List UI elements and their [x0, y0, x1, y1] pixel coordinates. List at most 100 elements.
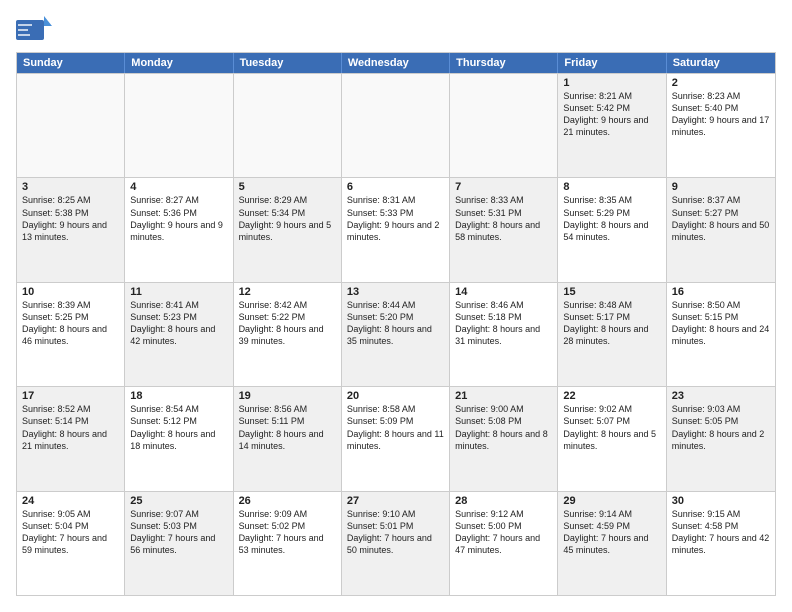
- day-number: 9: [672, 181, 770, 193]
- day-number: 16: [672, 286, 770, 298]
- day-number: 21: [455, 390, 552, 402]
- day-number: 10: [22, 286, 119, 298]
- table-row: 8Sunrise: 8:35 AM Sunset: 5:29 PM Daylig…: [558, 178, 666, 281]
- day-details: Sunrise: 8:21 AM Sunset: 5:42 PM Dayligh…: [563, 90, 660, 139]
- day-details: Sunrise: 8:58 AM Sunset: 5:09 PM Dayligh…: [347, 403, 444, 452]
- week-row-4: 17Sunrise: 8:52 AM Sunset: 5:14 PM Dayli…: [17, 386, 775, 490]
- header-day-sunday: Sunday: [17, 53, 125, 73]
- day-number: 4: [130, 181, 227, 193]
- day-number: 7: [455, 181, 552, 193]
- table-row: 15Sunrise: 8:48 AM Sunset: 5:17 PM Dayli…: [558, 283, 666, 386]
- calendar-body: 1Sunrise: 8:21 AM Sunset: 5:42 PM Daylig…: [17, 73, 775, 595]
- week-row-1: 1Sunrise: 8:21 AM Sunset: 5:42 PM Daylig…: [17, 73, 775, 177]
- day-number: 17: [22, 390, 119, 402]
- day-details: Sunrise: 8:35 AM Sunset: 5:29 PM Dayligh…: [563, 194, 660, 243]
- header-day-friday: Friday: [558, 53, 666, 73]
- day-details: Sunrise: 9:09 AM Sunset: 5:02 PM Dayligh…: [239, 508, 336, 557]
- header-day-monday: Monday: [125, 53, 233, 73]
- day-details: Sunrise: 8:29 AM Sunset: 5:34 PM Dayligh…: [239, 194, 336, 243]
- day-details: Sunrise: 9:15 AM Sunset: 4:58 PM Dayligh…: [672, 508, 770, 557]
- table-row: 6Sunrise: 8:31 AM Sunset: 5:33 PM Daylig…: [342, 178, 450, 281]
- header-day-tuesday: Tuesday: [234, 53, 342, 73]
- header-day-thursday: Thursday: [450, 53, 558, 73]
- logo-icon: [16, 16, 48, 44]
- calendar: SundayMondayTuesdayWednesdayThursdayFrid…: [16, 52, 776, 596]
- table-row: [450, 74, 558, 177]
- day-details: Sunrise: 8:27 AM Sunset: 5:36 PM Dayligh…: [130, 194, 227, 243]
- day-number: 14: [455, 286, 552, 298]
- table-row: 4Sunrise: 8:27 AM Sunset: 5:36 PM Daylig…: [125, 178, 233, 281]
- day-number: 26: [239, 495, 336, 507]
- calendar-header: SundayMondayTuesdayWednesdayThursdayFrid…: [17, 53, 775, 73]
- day-number: 25: [130, 495, 227, 507]
- table-row: 21Sunrise: 9:00 AM Sunset: 5:08 PM Dayli…: [450, 387, 558, 490]
- table-row: 29Sunrise: 9:14 AM Sunset: 4:59 PM Dayli…: [558, 492, 666, 595]
- day-details: Sunrise: 9:14 AM Sunset: 4:59 PM Dayligh…: [563, 508, 660, 557]
- day-details: Sunrise: 8:31 AM Sunset: 5:33 PM Dayligh…: [347, 194, 444, 243]
- day-details: Sunrise: 8:39 AM Sunset: 5:25 PM Dayligh…: [22, 299, 119, 348]
- day-number: 2: [672, 77, 770, 89]
- day-details: Sunrise: 9:12 AM Sunset: 5:00 PM Dayligh…: [455, 508, 552, 557]
- table-row: 11Sunrise: 8:41 AM Sunset: 5:23 PM Dayli…: [125, 283, 233, 386]
- day-number: 1: [563, 77, 660, 89]
- table-row: 27Sunrise: 9:10 AM Sunset: 5:01 PM Dayli…: [342, 492, 450, 595]
- day-details: Sunrise: 9:10 AM Sunset: 5:01 PM Dayligh…: [347, 508, 444, 557]
- day-number: 28: [455, 495, 552, 507]
- header: [16, 16, 776, 44]
- day-number: 5: [239, 181, 336, 193]
- table-row: 10Sunrise: 8:39 AM Sunset: 5:25 PM Dayli…: [17, 283, 125, 386]
- day-number: 29: [563, 495, 660, 507]
- day-details: Sunrise: 8:25 AM Sunset: 5:38 PM Dayligh…: [22, 194, 119, 243]
- day-number: 12: [239, 286, 336, 298]
- day-number: 3: [22, 181, 119, 193]
- day-details: Sunrise: 9:03 AM Sunset: 5:05 PM Dayligh…: [672, 403, 770, 452]
- page: SundayMondayTuesdayWednesdayThursdayFrid…: [0, 0, 792, 612]
- table-row: 26Sunrise: 9:09 AM Sunset: 5:02 PM Dayli…: [234, 492, 342, 595]
- table-row: [125, 74, 233, 177]
- table-row: 14Sunrise: 8:46 AM Sunset: 5:18 PM Dayli…: [450, 283, 558, 386]
- table-row: 12Sunrise: 8:42 AM Sunset: 5:22 PM Dayli…: [234, 283, 342, 386]
- table-row: 30Sunrise: 9:15 AM Sunset: 4:58 PM Dayli…: [667, 492, 775, 595]
- day-number: 6: [347, 181, 444, 193]
- day-number: 24: [22, 495, 119, 507]
- day-details: Sunrise: 8:41 AM Sunset: 5:23 PM Dayligh…: [130, 299, 227, 348]
- table-row: [17, 74, 125, 177]
- table-row: 7Sunrise: 8:33 AM Sunset: 5:31 PM Daylig…: [450, 178, 558, 281]
- table-row: 24Sunrise: 9:05 AM Sunset: 5:04 PM Dayli…: [17, 492, 125, 595]
- day-details: Sunrise: 8:54 AM Sunset: 5:12 PM Dayligh…: [130, 403, 227, 452]
- day-number: 19: [239, 390, 336, 402]
- day-details: Sunrise: 8:23 AM Sunset: 5:40 PM Dayligh…: [672, 90, 770, 139]
- day-details: Sunrise: 9:05 AM Sunset: 5:04 PM Dayligh…: [22, 508, 119, 557]
- table-row: [342, 74, 450, 177]
- day-number: 27: [347, 495, 444, 507]
- header-day-wednesday: Wednesday: [342, 53, 450, 73]
- day-number: 15: [563, 286, 660, 298]
- table-row: 28Sunrise: 9:12 AM Sunset: 5:00 PM Dayli…: [450, 492, 558, 595]
- header-day-saturday: Saturday: [667, 53, 775, 73]
- table-row: 23Sunrise: 9:03 AM Sunset: 5:05 PM Dayli…: [667, 387, 775, 490]
- table-row: 16Sunrise: 8:50 AM Sunset: 5:15 PM Dayli…: [667, 283, 775, 386]
- table-row: 20Sunrise: 8:58 AM Sunset: 5:09 PM Dayli…: [342, 387, 450, 490]
- day-number: 20: [347, 390, 444, 402]
- day-details: Sunrise: 8:44 AM Sunset: 5:20 PM Dayligh…: [347, 299, 444, 348]
- table-row: 25Sunrise: 9:07 AM Sunset: 5:03 PM Dayli…: [125, 492, 233, 595]
- table-row: 9Sunrise: 8:37 AM Sunset: 5:27 PM Daylig…: [667, 178, 775, 281]
- table-row: 2Sunrise: 8:23 AM Sunset: 5:40 PM Daylig…: [667, 74, 775, 177]
- day-details: Sunrise: 8:33 AM Sunset: 5:31 PM Dayligh…: [455, 194, 552, 243]
- week-row-3: 10Sunrise: 8:39 AM Sunset: 5:25 PM Dayli…: [17, 282, 775, 386]
- day-number: 30: [672, 495, 770, 507]
- day-number: 11: [130, 286, 227, 298]
- table-row: 3Sunrise: 8:25 AM Sunset: 5:38 PM Daylig…: [17, 178, 125, 281]
- day-number: 18: [130, 390, 227, 402]
- day-details: Sunrise: 8:42 AM Sunset: 5:22 PM Dayligh…: [239, 299, 336, 348]
- table-row: 13Sunrise: 8:44 AM Sunset: 5:20 PM Dayli…: [342, 283, 450, 386]
- day-details: Sunrise: 8:46 AM Sunset: 5:18 PM Dayligh…: [455, 299, 552, 348]
- table-row: 5Sunrise: 8:29 AM Sunset: 5:34 PM Daylig…: [234, 178, 342, 281]
- day-details: Sunrise: 8:56 AM Sunset: 5:11 PM Dayligh…: [239, 403, 336, 452]
- table-row: 18Sunrise: 8:54 AM Sunset: 5:12 PM Dayli…: [125, 387, 233, 490]
- day-number: 23: [672, 390, 770, 402]
- table-row: 17Sunrise: 8:52 AM Sunset: 5:14 PM Dayli…: [17, 387, 125, 490]
- day-number: 22: [563, 390, 660, 402]
- day-details: Sunrise: 9:02 AM Sunset: 5:07 PM Dayligh…: [563, 403, 660, 452]
- table-row: 1Sunrise: 8:21 AM Sunset: 5:42 PM Daylig…: [558, 74, 666, 177]
